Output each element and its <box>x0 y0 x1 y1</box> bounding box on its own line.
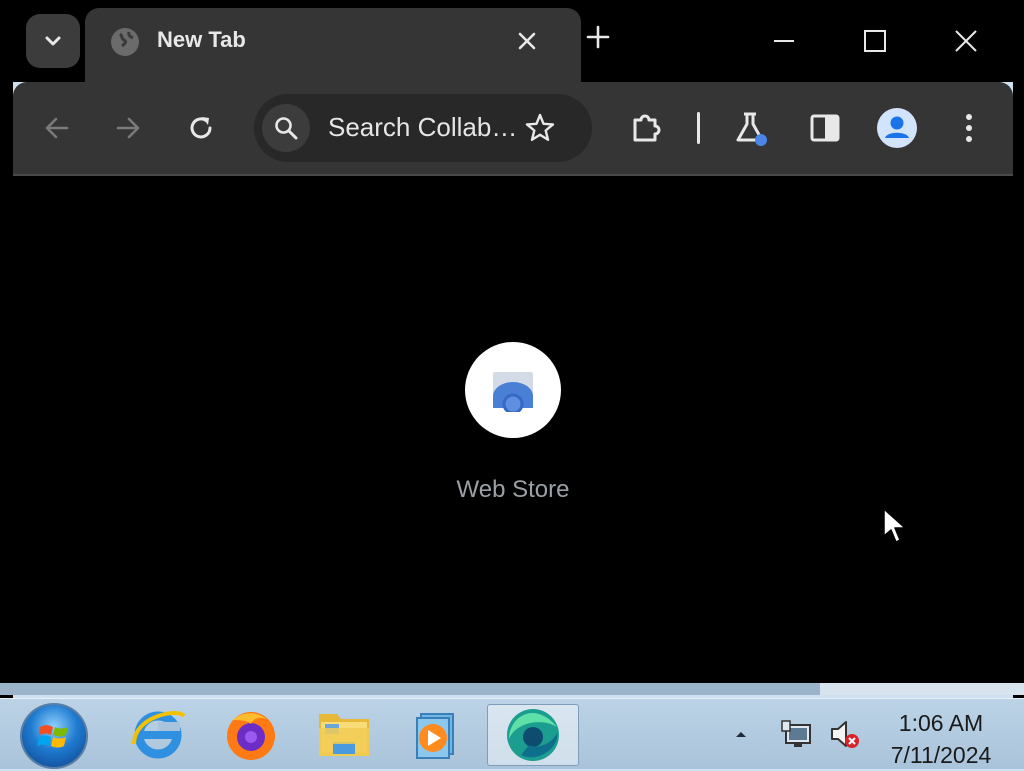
reload-icon <box>190 117 212 139</box>
close-tab-button[interactable] <box>512 26 542 56</box>
search-icon <box>262 104 310 152</box>
media-player-icon <box>416 713 454 759</box>
extensions-button[interactable] <box>623 104 671 152</box>
web-store-icon <box>493 372 533 412</box>
reload-button[interactable] <box>177 104 225 152</box>
minimize-icon <box>774 40 794 42</box>
puzzle-icon <box>633 114 661 142</box>
tab-strip: New Tab <box>13 0 1013 82</box>
clock-date: 7/11/2024 <box>890 742 992 768</box>
maximize-button[interactable] <box>852 18 898 64</box>
mouse-cursor-icon <box>883 508 906 543</box>
close-icon <box>955 30 977 52</box>
file-explorer-icon <box>319 714 369 756</box>
new-tab-page: Web Store <box>13 176 1013 683</box>
network-icon[interactable] <box>780 717 814 751</box>
browser-toolbar: Search Collab… <box>13 82 1013 174</box>
show-hidden-icons-button[interactable] <box>734 729 748 739</box>
labs-button[interactable] <box>726 104 774 152</box>
close-window-button[interactable] <box>943 18 989 64</box>
menu-button[interactable] <box>945 104 993 152</box>
avatar-icon <box>877 108 917 148</box>
profile-button[interactable] <box>873 104 921 152</box>
firefox-icon <box>227 712 275 760</box>
side-panel-icon <box>810 114 840 142</box>
close-icon <box>518 32 536 50</box>
start-button[interactable] <box>20 703 88 769</box>
tab-new-tab[interactable]: New Tab <box>85 8 581 82</box>
address-bar[interactable]: Search Collab… <box>254 94 592 162</box>
minimize-button[interactable] <box>761 18 807 64</box>
taskbar: 1:06 AM 7/11/2024 <box>0 698 1024 769</box>
taskbar-app-media-player[interactable] <box>393 704 473 764</box>
shortcut-label: Web Store <box>456 476 570 503</box>
taskbar-app-browser[interactable] <box>487 704 579 766</box>
window-border-bottom <box>0 683 1024 695</box>
globe-icon <box>111 28 139 56</box>
taskbar-app-firefox[interactable] <box>211 704 291 764</box>
arrow-right-icon <box>116 117 140 139</box>
tab-title: New Tab <box>157 27 246 52</box>
window-border-right <box>1013 0 1024 698</box>
flask-icon <box>736 112 767 146</box>
clock-time: 1:06 AM <box>898 710 984 736</box>
taskbar-app-internet-explorer[interactable] <box>118 704 198 764</box>
new-tab-button[interactable] <box>583 22 613 52</box>
windows-logo-icon <box>37 725 68 748</box>
shortcut-icon <box>465 342 561 438</box>
volume-muted-icon[interactable] <box>828 717 862 751</box>
toolbar-separator <box>697 112 700 144</box>
arrow-left-icon <box>45 117 69 139</box>
plus-icon <box>586 25 610 49</box>
taskbar-app-file-explorer[interactable] <box>304 704 384 764</box>
system-clock[interactable]: 1:06 AM 7/11/2024 <box>876 707 1006 771</box>
bookmark-star-button[interactable] <box>520 108 560 148</box>
side-panel-button[interactable] <box>801 104 849 152</box>
address-bar-text: Search Collab… <box>328 112 518 142</box>
shortcut-web-store[interactable]: Web Store <box>457 342 569 504</box>
internet-explorer-icon <box>132 711 186 759</box>
star-icon <box>525 113 555 141</box>
browser-icon <box>507 709 559 761</box>
maximize-icon <box>864 30 886 52</box>
more-vertical-icon <box>966 114 972 142</box>
back-button[interactable] <box>33 104 81 152</box>
forward-button[interactable] <box>104 104 152 152</box>
tab-search-button[interactable] <box>26 14 80 68</box>
chevron-down-icon <box>45 36 61 46</box>
window-border-left <box>0 0 13 698</box>
